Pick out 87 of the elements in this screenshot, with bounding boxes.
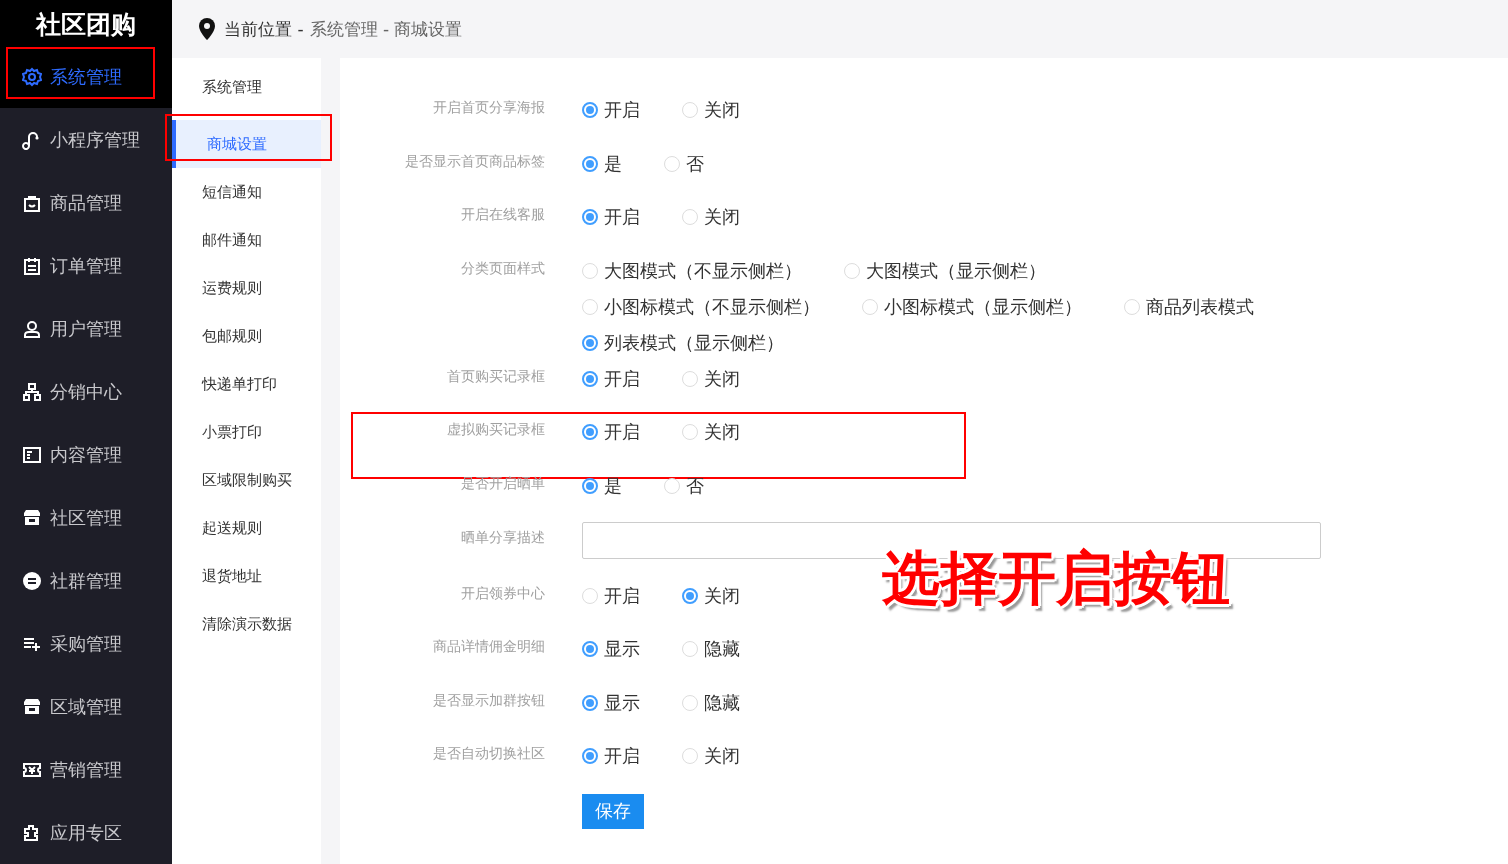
sidebar-item[interactable]: 区域管理 xyxy=(0,675,172,738)
submenu-item[interactable]: 退货地址 xyxy=(172,552,321,600)
radio-option[interactable]: 隐藏 xyxy=(682,684,740,721)
radio-option[interactable]: 开启 xyxy=(582,199,640,236)
field-label: 开启在线客服 xyxy=(460,205,545,225)
radio-button[interactable] xyxy=(582,155,598,172)
radio-button[interactable] xyxy=(582,424,598,441)
radio-option[interactable]: 关闭 xyxy=(682,577,740,614)
field-label: 是否显示首页商品标签 xyxy=(404,151,545,171)
breadcrumb-label: 当前位置 - xyxy=(224,17,304,41)
logo-text: 社区团购 xyxy=(36,9,136,41)
radio-button[interactable] xyxy=(582,102,598,118)
field-label: 开启首页分享海报 xyxy=(432,98,545,117)
radio-button[interactable] xyxy=(582,334,598,351)
radio-button[interactable] xyxy=(582,641,598,658)
radio-option[interactable]: 隐藏 xyxy=(682,631,740,668)
radio-button[interactable] xyxy=(582,370,598,387)
submenu-item[interactable]: 清除演示数据 xyxy=(172,600,321,648)
field-label: 开启领券中心 xyxy=(460,583,545,603)
radio-option[interactable]: 关闭 xyxy=(682,92,740,128)
radio-button[interactable] xyxy=(582,209,598,226)
radio-option[interactable]: 商品列表模式 xyxy=(1124,288,1254,325)
radio-button[interactable] xyxy=(682,587,698,604)
submenu-item[interactable]: 运费规则 xyxy=(172,264,321,312)
submenu-item[interactable]: 起送规则 xyxy=(172,504,321,552)
radio-option[interactable]: 开启 xyxy=(582,577,640,614)
store-icon xyxy=(22,507,42,528)
radio-option[interactable]: 否 xyxy=(664,145,704,182)
sidebar-item[interactable]: 应用专区 xyxy=(0,801,172,864)
submenu-item[interactable]: 小票打印 xyxy=(172,408,321,456)
radio-option[interactable]: 大图模式（显示侧栏） xyxy=(844,252,1046,289)
radio-option[interactable]: 关闭 xyxy=(682,199,740,236)
radio-option[interactable]: 开启 xyxy=(582,92,640,128)
radio-option[interactable]: 是 xyxy=(582,467,622,504)
submenu-item[interactable]: 商城设置 xyxy=(172,120,321,168)
radio-option[interactable]: 开启 xyxy=(582,414,640,451)
submenu-item[interactable]: 邮件通知 xyxy=(172,216,321,264)
field-label: 首页购买记录框 xyxy=(446,366,545,386)
field-label: 分类页面样式 xyxy=(460,258,545,278)
sidebar-item[interactable]: 社群管理 xyxy=(0,549,172,612)
radio-option[interactable]: 是 xyxy=(582,145,622,182)
document-icon xyxy=(22,444,42,465)
sidebar-item[interactable]: 营销管理 xyxy=(0,738,172,801)
user-icon xyxy=(22,318,42,339)
store-icon xyxy=(22,696,42,717)
sidebar-item[interactable]: 小程序管理 xyxy=(0,108,172,171)
sidebar-item[interactable]: 社区管理 xyxy=(0,486,172,549)
sidebar-item[interactable]: 商品管理 xyxy=(0,171,172,234)
submenu-item[interactable]: 快递单打印 xyxy=(172,360,321,408)
field-label: 是否开启晒单 xyxy=(460,473,545,493)
location-pin-icon xyxy=(196,17,218,41)
sidebar-item[interactable]: 分销中心 xyxy=(0,360,172,423)
radio-option[interactable]: 小图标模式（不显示侧栏） xyxy=(582,288,820,325)
sidebar-item[interactable]: 采购管理 xyxy=(0,612,172,675)
submenu-item[interactable]: 区域限制购买 xyxy=(172,456,321,504)
radio-option[interactable]: 关闭 xyxy=(682,414,740,451)
radio-button[interactable] xyxy=(582,694,598,711)
radio-option[interactable]: 否 xyxy=(664,467,704,504)
chat-circle-icon xyxy=(22,570,42,591)
field-label: 虚拟购买记录框 xyxy=(446,420,545,440)
org-chart-icon xyxy=(22,381,42,402)
sidebar-item[interactable]: 系统管理 xyxy=(0,45,172,108)
annotation-text: 选择开启按钮 xyxy=(882,543,1230,614)
breadcrumb-path: 系统管理 - 商城设置 xyxy=(309,17,463,41)
gear-icon xyxy=(22,66,42,87)
radio-option[interactable]: 大图模式（不显示侧栏） xyxy=(582,252,802,289)
radio-option[interactable]: 关闭 xyxy=(682,738,740,775)
sidebar-item[interactable]: 内容管理 xyxy=(0,423,172,486)
sidebar-item[interactable]: 订单管理 xyxy=(0,234,172,297)
submenu-title[interactable]: 系统管理 xyxy=(172,63,321,111)
radio-option[interactable]: 开启 xyxy=(582,738,640,775)
field-label: 是否自动切换社区 xyxy=(432,744,545,764)
calendar-icon xyxy=(22,255,42,276)
radio-button[interactable] xyxy=(582,477,598,494)
radio-option[interactable]: 关闭 xyxy=(682,360,740,397)
radio-button[interactable] xyxy=(582,748,598,765)
radio-option[interactable]: 显示 xyxy=(582,631,640,668)
field-label: 商品详情佣金明细 xyxy=(432,637,545,657)
submenu-item[interactable]: 包邮规则 xyxy=(172,312,321,360)
radio-option[interactable]: 列表模式（显示侧栏） xyxy=(582,324,784,361)
field-label: 是否显示加群按钮 xyxy=(432,690,545,710)
radio-option[interactable]: 显示 xyxy=(582,684,640,721)
radio-option[interactable]: 开启 xyxy=(582,360,640,397)
submenu-item[interactable]: 短信通知 xyxy=(172,168,321,216)
field-label: 晒单分享描述 xyxy=(460,527,545,547)
radio-option[interactable]: 小图标模式（显示侧栏） xyxy=(862,288,1082,325)
sidebar-item[interactable]: 用户管理 xyxy=(0,297,172,360)
